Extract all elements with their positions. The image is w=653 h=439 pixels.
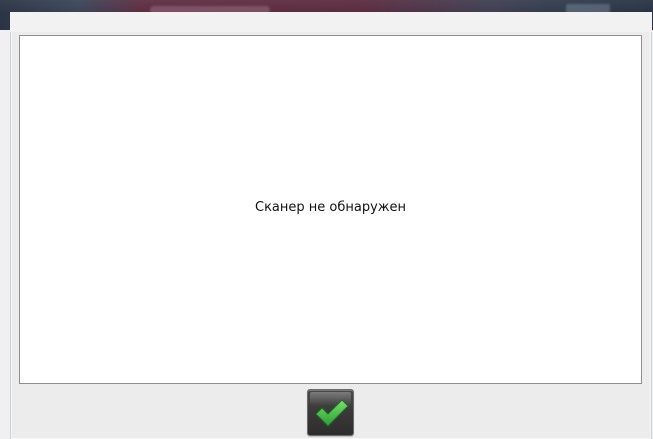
screen: Сканер не обнаружен bbox=[0, 0, 653, 439]
ok-button[interactable] bbox=[307, 389, 354, 436]
checkmark-icon bbox=[315, 399, 349, 427]
dialog-top-area bbox=[10, 12, 652, 32]
message-panel: Сканер не обнаружен bbox=[19, 35, 642, 384]
message-text: Сканер не обнаружен bbox=[255, 200, 406, 215]
